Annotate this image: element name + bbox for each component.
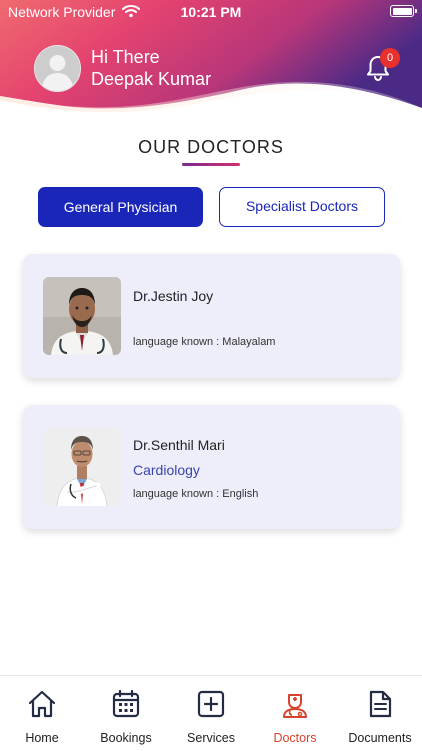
- tab-general-physician[interactable]: General Physician: [38, 187, 203, 227]
- nav-documents[interactable]: Documents: [338, 676, 422, 751]
- doctor-card[interactable]: Dr.Jestin Joy language known : Malayalam: [23, 254, 400, 378]
- greeting-block: Hi There Deepak Kumar: [91, 46, 211, 90]
- doctor-portrait-image: [43, 277, 121, 355]
- doctor-icon: [283, 694, 307, 718]
- doctor-name: Dr.Senthil Mari: [133, 437, 225, 453]
- section-title: OUR DOCTORS: [138, 137, 284, 157]
- app-header: Network Provider 10:21 PM Hi There Deepa…: [0, 0, 422, 120]
- plus-square-icon: [197, 690, 225, 718]
- tab-specialist-doctors[interactable]: Specialist Doctors: [219, 187, 385, 227]
- battery-icon: [390, 5, 417, 17]
- document-icon: [369, 690, 392, 718]
- nav-label: Bookings: [100, 731, 152, 745]
- doctor-name: Dr.Jestin Joy: [133, 288, 214, 304]
- doctor-card[interactable]: Dr.Senthil Mari Cardiology language know…: [23, 405, 400, 529]
- bottom-navigation: Home Bookings Services Doctors Documents: [0, 675, 422, 751]
- user-avatar[interactable]: [34, 45, 81, 92]
- nav-doctors[interactable]: Doctors: [253, 676, 337, 751]
- doctor-photo: [43, 428, 121, 506]
- nav-label: Home: [25, 731, 59, 745]
- doctor-language: language known : English: [133, 488, 259, 500]
- home-icon: [28, 690, 56, 718]
- nav-bookings[interactable]: Bookings: [84, 676, 168, 751]
- nav-label: Services: [187, 731, 235, 745]
- calendar-icon: [112, 689, 140, 718]
- status-bar: Network Provider 10:21 PM: [0, 0, 422, 24]
- user-silhouette-icon: [35, 46, 80, 91]
- nav-label: Doctors: [273, 731, 317, 745]
- nav-home[interactable]: Home: [0, 676, 84, 751]
- doctor-portrait-image: [43, 428, 121, 506]
- user-name: Deepak Kumar: [91, 69, 212, 89]
- doctor-photo: [43, 277, 121, 355]
- clock-time: 10:21 PM: [180, 4, 242, 20]
- nav-services[interactable]: Services: [169, 676, 253, 751]
- nav-label: Documents: [348, 731, 412, 745]
- doctor-language: language known : Malayalam: [133, 336, 276, 348]
- doctor-specialty: Cardiology: [133, 462, 200, 478]
- notification-badge: 0: [380, 48, 400, 68]
- greeting-text: Hi There: [91, 47, 160, 67]
- section-title-underline: [182, 163, 240, 166]
